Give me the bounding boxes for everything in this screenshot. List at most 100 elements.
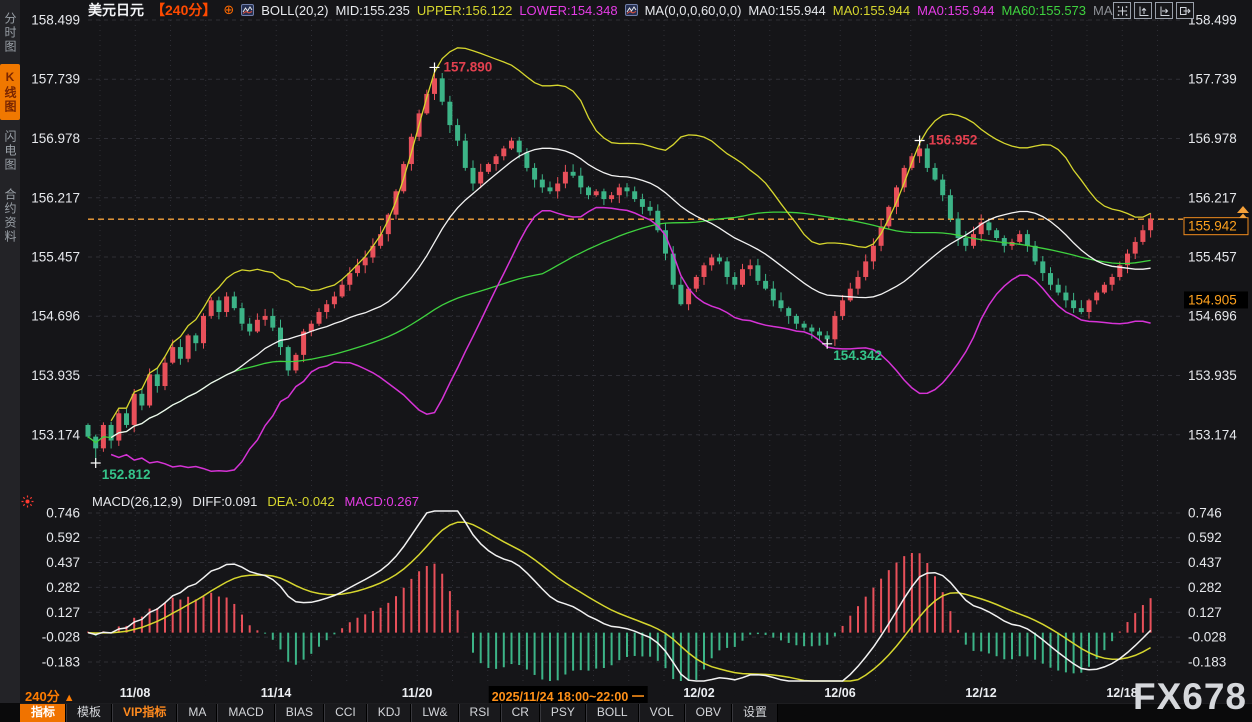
svg-text:0.746: 0.746 [1188, 506, 1222, 521]
tab-OBV[interactable]: OBV [685, 704, 732, 722]
svg-text:156.217: 156.217 [31, 190, 80, 205]
svg-text:0.127: 0.127 [46, 605, 80, 620]
ma-value: MA0:155.944 [917, 3, 994, 18]
tab-LW&[interactable]: LW& [411, 704, 458, 722]
candles [86, 67, 1154, 463]
svg-text:154.696: 154.696 [31, 309, 80, 324]
gridlines [88, 20, 1180, 682]
svg-text:152.812: 152.812 [102, 467, 151, 482]
crosshair-icon[interactable] [1113, 2, 1131, 19]
macd-label: MACD(26,12,9) [92, 494, 182, 510]
x-axis-row: 240分▲ 11/0811/1411/202025/11/24 18:00~22… [20, 684, 1252, 703]
macd-dea: DEA:-0.042 [267, 494, 334, 510]
macd-diff: DIFF:0.091 [192, 494, 257, 510]
svg-text:0.127: 0.127 [1188, 605, 1222, 620]
boll-lower-line [111, 208, 1151, 472]
chart-app: 158.499 158.499 157.739 157.739 156.978 156.9… [0, 0, 1252, 722]
tab-RSI[interactable]: RSI [459, 704, 501, 722]
current-price-tag: 155.942 [1188, 219, 1237, 234]
date-label: 11/20 [402, 686, 433, 700]
secondary-price-tag: 154.905 [1188, 292, 1237, 307]
macd-macd: MACD:0.267 [345, 494, 419, 510]
tab-指标[interactable]: 指标 [20, 704, 66, 722]
ma-value: MA60:155.573 [1001, 3, 1086, 18]
svg-text:153.935: 153.935 [31, 368, 80, 383]
window-layout-icons [1113, 2, 1194, 19]
tab-VIP指标[interactable]: VIP指标 [112, 704, 177, 722]
date-label: 12/02 [683, 686, 714, 700]
svg-text:0.746: 0.746 [46, 506, 80, 521]
date-label: 12/06 [824, 686, 855, 700]
svg-text:156.952: 156.952 [929, 133, 978, 148]
svg-text:155.457: 155.457 [1188, 249, 1237, 264]
pan-right-icon[interactable] [1176, 2, 1194, 19]
svg-text:0.592: 0.592 [1188, 530, 1222, 545]
watermark: FX678 [1133, 678, 1247, 715]
svg-text:158.499: 158.499 [31, 13, 80, 28]
period-text: 240分 [25, 689, 60, 704]
svg-text:153.935: 153.935 [1188, 368, 1237, 383]
period-badge[interactable]: 【240分】 [151, 0, 216, 20]
sidebar-item-0[interactable]: 分时图 [0, 6, 20, 60]
scale-vertical-icon[interactable] [1134, 2, 1152, 19]
svg-text:156.978: 156.978 [1188, 131, 1237, 146]
date-label: 11/14 [261, 686, 292, 700]
svg-text:154.342: 154.342 [833, 348, 882, 363]
ma-label: MA(0,0,0,60,0,0) [645, 3, 742, 18]
macd-settings-icon[interactable] [21, 495, 34, 508]
tab-CCI[interactable]: CCI [324, 704, 367, 722]
svg-text:0.437: 0.437 [1188, 555, 1222, 570]
sidebar: 分时图 K线图闪电图合约资料 [0, 0, 20, 722]
legend-bar: 美元日元 【240分】 ⊕ BOLL(20,2) MID:155.235 UPP… [88, 0, 1123, 20]
svg-text:156.217: 156.217 [1188, 190, 1237, 205]
tab-设置[interactable]: 设置 [732, 704, 778, 722]
tab-BOLL[interactable]: BOLL [586, 704, 639, 722]
svg-text:154.696: 154.696 [1188, 309, 1237, 324]
tab-PSY[interactable]: PSY [540, 704, 586, 722]
collapse-icon[interactable]: ⊕ [223, 2, 234, 18]
date-label: 12/12 [965, 686, 996, 700]
svg-text:153.174: 153.174 [1188, 427, 1237, 442]
sidebar-item-2[interactable]: 闪电图 [0, 124, 20, 178]
macd-legend: MACD(26,12,9) DIFF:0.091 DEA:-0.042 MACD… [92, 494, 419, 510]
scale-horizontal-icon[interactable] [1155, 2, 1173, 19]
svg-text:153.174: 153.174 [31, 427, 80, 442]
tab-VOL[interactable]: VOL [639, 704, 685, 722]
svg-text:-0.183: -0.183 [42, 655, 80, 670]
svg-text:-0.183: -0.183 [1188, 655, 1226, 670]
svg-text:157.890: 157.890 [444, 59, 493, 74]
svg-text:156.978: 156.978 [31, 131, 80, 146]
svg-text:0.282: 0.282 [46, 580, 80, 595]
sidebar-item-3[interactable]: 合约资料 [0, 182, 20, 250]
svg-text:-0.028: -0.028 [1188, 630, 1226, 645]
indicator-tab-bar: 指标模板VIP指标MAMACDBIASCCIKDJLW&RSICRPSYBOLL… [20, 703, 1252, 722]
tab-MACD[interactable]: MACD [217, 704, 274, 722]
ma-values: MA0:155.944 MA0:155.944 MA0:155.944 MA60:15… [748, 3, 1123, 18]
boll-mid-line [111, 148, 1151, 437]
ma-value: MA0:155.944 [748, 3, 825, 18]
boll-lower: LOWER:154.348 [519, 3, 617, 18]
tab-CR[interactable]: CR [501, 704, 540, 722]
date-label: 11/08 [120, 686, 151, 700]
tab-模板[interactable]: 模板 [66, 704, 112, 722]
tab-BIAS[interactable]: BIAS [275, 704, 324, 722]
ma-value: MA0:155.944 [833, 3, 910, 18]
chart-canvas[interactable]: 158.499 158.499 157.739 157.739 156.978 156.9… [0, 0, 1252, 684]
boll-mid: MID:155.235 [335, 3, 409, 18]
corner-strip [0, 703, 20, 722]
svg-text:0.592: 0.592 [46, 530, 80, 545]
svg-text:158.499: 158.499 [1188, 13, 1237, 28]
svg-text:0.282: 0.282 [1188, 580, 1222, 595]
svg-text:157.739: 157.739 [1188, 72, 1237, 87]
svg-text:-0.028: -0.028 [42, 630, 80, 645]
tab-MA[interactable]: MA [177, 704, 217, 722]
boll-upper: UPPER:156.122 [417, 3, 512, 18]
svg-text:155.457: 155.457 [31, 249, 80, 264]
tab-KDJ[interactable]: KDJ [367, 704, 412, 722]
svg-text:0.437: 0.437 [46, 555, 80, 570]
price-annotations: 152.812 157.890 154.342 156.952 [91, 59, 978, 482]
sidebar-item-1[interactable]: K线图 [0, 64, 20, 120]
boll-label: BOLL(20,2) [261, 3, 328, 18]
svg-text:157.739: 157.739 [31, 72, 80, 87]
price-marker-arrow [1237, 206, 1249, 218]
